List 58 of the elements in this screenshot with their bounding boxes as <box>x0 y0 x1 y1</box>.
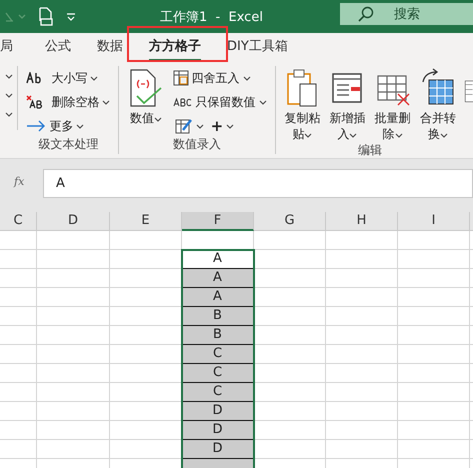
ribbon-button[interactable]: 新增插入 <box>326 68 368 142</box>
search-field[interactable]: 搜索 <box>340 3 473 25</box>
column-header[interactable]: F <box>182 212 254 231</box>
chevron-down-icon <box>394 133 403 138</box>
table-calc-icon <box>172 70 189 86</box>
table-cell: C <box>182 364 254 383</box>
chevron-down-icon <box>5 112 14 117</box>
formula-input[interactable]: A <box>43 169 473 198</box>
clipboard-icon <box>286 68 318 108</box>
arrow-right-icon <box>26 120 46 132</box>
ribbon-button[interactable]: 删除空格 <box>24 92 112 112</box>
table-edit-icon <box>174 118 193 134</box>
table-cell: A <box>182 269 254 288</box>
group-label: 数值录入 <box>172 136 222 153</box>
ribbon-tab[interactable]: 局 <box>0 33 13 62</box>
table-cell: A <box>182 288 254 307</box>
table-cell: D <box>182 421 254 440</box>
ribbon-button[interactable]: 四舍五入 <box>170 68 269 88</box>
chevron-down-icon <box>196 124 204 128</box>
table-cell: C <box>182 383 254 402</box>
table-cell: B <box>182 326 254 345</box>
print-preview-icon[interactable] <box>38 6 54 26</box>
abc-icon <box>172 96 193 108</box>
ribbon-button[interactable]: 大小写 <box>24 68 112 88</box>
ribbon-button[interactable]: 数值 <box>125 68 167 136</box>
chevron-down-icon <box>5 74 14 79</box>
chevron-down-icon <box>154 117 162 122</box>
ribbon-button[interactable]: 只保留数值 <box>170 92 269 112</box>
function-icon[interactable]: fx <box>14 175 24 188</box>
table-cell: D <box>182 402 254 421</box>
table-cell: C <box>182 345 254 364</box>
window-title: 工作簿1 - Excel <box>160 9 263 26</box>
ribbon-tab[interactable]: DIY工具箱 <box>227 33 288 62</box>
ribbon-button[interactable]: 合并转换 <box>417 68 458 142</box>
chevron-down-icon <box>226 124 234 128</box>
ribbon-tab[interactable]: 数据 <box>97 33 123 62</box>
document-check-icon <box>129 68 164 108</box>
group-label: 编辑 <box>357 142 384 160</box>
chevron-down-icon <box>258 100 267 104</box>
ribbon-button[interactable]: 更多 <box>24 116 112 136</box>
group-label: 级文本处理 <box>37 136 100 153</box>
table-cell: A <box>182 250 254 269</box>
plus-button[interactable]: + <box>208 116 236 136</box>
chevron-down-icon <box>304 133 312 138</box>
chevron-down-icon <box>90 76 98 80</box>
chevron-down-icon <box>440 133 448 138</box>
table-cell: D <box>182 440 254 459</box>
search-icon <box>358 6 374 22</box>
ribbon-button[interactable]: 批量删除 <box>372 68 414 142</box>
chevron-down-icon <box>349 133 358 138</box>
chevron-down-icon <box>242 76 251 80</box>
ribbon-button[interactable]: 复制粘贴 <box>282 68 323 142</box>
ribbon-tab[interactable]: 公式 <box>45 33 71 62</box>
customize-menu-icon[interactable] <box>66 12 76 20</box>
chevron-down-icon <box>76 124 84 128</box>
chevron-down-icon <box>102 100 110 104</box>
table-cell: B <box>182 307 254 326</box>
chevron-down-icon <box>5 93 14 98</box>
